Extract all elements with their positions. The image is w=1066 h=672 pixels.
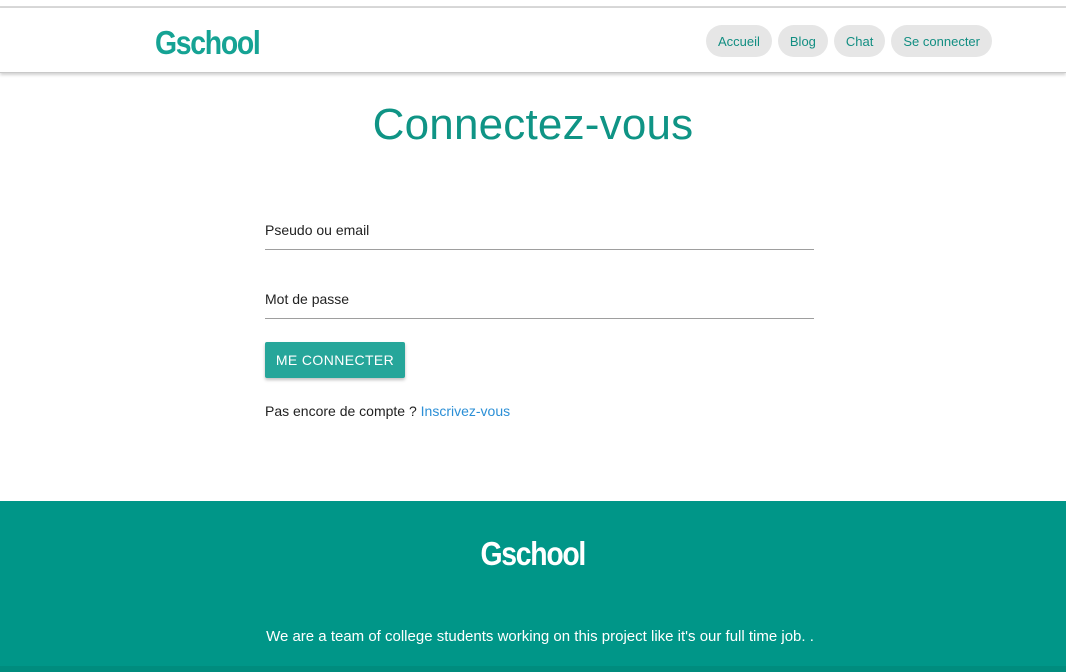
username-field-wrapper xyxy=(265,210,814,250)
password-input[interactable] xyxy=(265,279,814,318)
site-logo[interactable]: Gschool xyxy=(155,24,261,62)
footer-tagline: We are a team of college students workin… xyxy=(266,628,814,645)
nav-item-chat[interactable]: Chat xyxy=(833,25,886,57)
nav-item-se-connecter[interactable]: Se connecter xyxy=(891,25,992,57)
footer-logo: Gschool xyxy=(0,535,1066,573)
main-nav: Accueil Blog Chat Se connecter xyxy=(705,25,992,57)
footer-logo-text: Gschool xyxy=(480,535,587,572)
nav-item-blog[interactable]: Blog xyxy=(777,25,828,57)
page-title: Connectez-vous xyxy=(372,100,694,149)
site-header: Gschool Accueil Blog Chat Se connecter xyxy=(0,8,1066,73)
signup-link[interactable]: Inscrivez-vous xyxy=(421,403,510,419)
signup-prompt-text: Pas encore de compte ? xyxy=(265,403,421,419)
signup-prompt: Pas encore de compte ? Inscrivez-vous xyxy=(265,403,510,419)
password-field-wrapper xyxy=(265,279,814,319)
nav-item-accueil[interactable]: Accueil xyxy=(705,25,772,57)
site-footer: Gschool We are a team of college student… xyxy=(0,501,1066,672)
username-input[interactable] xyxy=(265,210,814,249)
footer-bottom-bar xyxy=(0,666,1066,672)
login-button[interactable]: ME CONNECTER xyxy=(265,342,405,378)
